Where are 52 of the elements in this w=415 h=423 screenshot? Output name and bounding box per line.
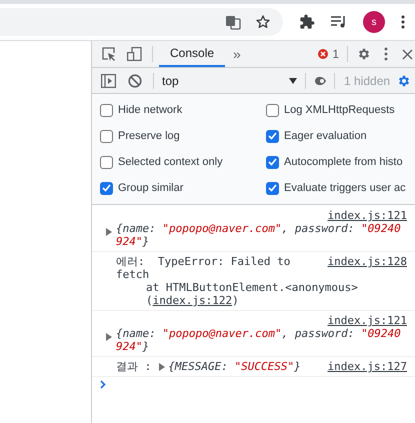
- device-toolbar-icon[interactable]: [127, 47, 142, 61]
- stack-link[interactable]: index.js:122: [152, 294, 232, 307]
- inspect-icon[interactable]: [102, 47, 116, 61]
- playlist-icon[interactable]: [331, 15, 347, 29]
- checkbox[interactable]: [266, 182, 279, 194]
- star-icon[interactable]: [255, 14, 271, 30]
- checkbox[interactable]: [266, 156, 279, 168]
- error-icon: [318, 49, 328, 59]
- checkbox-label: Eager evaluation: [284, 128, 367, 144]
- checkbox-label: Log XMLHttpRequests: [284, 102, 395, 118]
- settings-icon[interactable]: [357, 47, 371, 61]
- expand-triangle-icon[interactable]: [106, 332, 112, 341]
- object-preview: {MESSAGE: "SUCCESS"}: [168, 360, 301, 373]
- checkbox-label: Autocomplete from histo: [284, 154, 403, 170]
- error-count[interactable]: 1: [318, 45, 347, 63]
- prompt-chevron-icon[interactable]: [100, 380, 106, 389]
- close-icon[interactable]: [402, 48, 413, 60]
- eye-icon[interactable]: [314, 76, 326, 86]
- profile-avatar[interactable]: s: [363, 11, 385, 33]
- checkbox[interactable]: [100, 156, 113, 168]
- source-link[interactable]: index.js:121: [328, 314, 407, 327]
- source-link[interactable]: index.js:128: [328, 255, 407, 268]
- translate-icon[interactable]: [225, 14, 241, 30]
- checkbox-label: Preserve log: [118, 128, 180, 144]
- checkbox-label: Group similar: [118, 180, 184, 196]
- puzzle-icon[interactable]: [299, 14, 315, 30]
- settings-icon[interactable]: [397, 74, 412, 88]
- expand-triangle-icon[interactable]: [159, 362, 166, 371]
- sidebar-toggle-icon[interactable]: [101, 74, 116, 88]
- more-options-icon[interactable]: [384, 47, 388, 61]
- checkbox-label: Evaluate triggers user ac: [284, 180, 406, 196]
- more-tabs-button[interactable]: »: [233, 44, 241, 64]
- stack-trace: at HTMLButtonElement.<anonymous> (index.js:122): [145, 281, 359, 307]
- checkbox[interactable]: [100, 130, 113, 142]
- source-link[interactable]: index.js:121: [328, 209, 407, 222]
- checkbox[interactable]: [100, 104, 113, 116]
- object-preview: {name: "popopo@naver.com", password: "09240924"}: [116, 327, 401, 353]
- dropdown-caret-icon: [289, 78, 297, 84]
- checkbox-label: Hide network: [118, 102, 182, 118]
- menu-icon[interactable]: [401, 15, 405, 29]
- object-preview: {name: "popopo@naver.com", password: "09240924"}: [116, 222, 401, 248]
- expand-triangle-icon[interactable]: [106, 228, 112, 236]
- context-select[interactable]: top: [162, 72, 297, 90]
- checkbox[interactable]: [266, 104, 279, 116]
- clear-console-icon[interactable]: [128, 74, 142, 88]
- checkbox[interactable]: [100, 182, 113, 194]
- checkbox-label: Selected context only: [118, 154, 223, 170]
- address-bar[interactable]: [0, 8, 283, 36]
- hidden-count: 1 hidden: [344, 72, 390, 90]
- log-prefix: 결과 :: [116, 360, 152, 373]
- checkbox[interactable]: [266, 130, 279, 142]
- source-link[interactable]: index.js:127: [328, 360, 407, 373]
